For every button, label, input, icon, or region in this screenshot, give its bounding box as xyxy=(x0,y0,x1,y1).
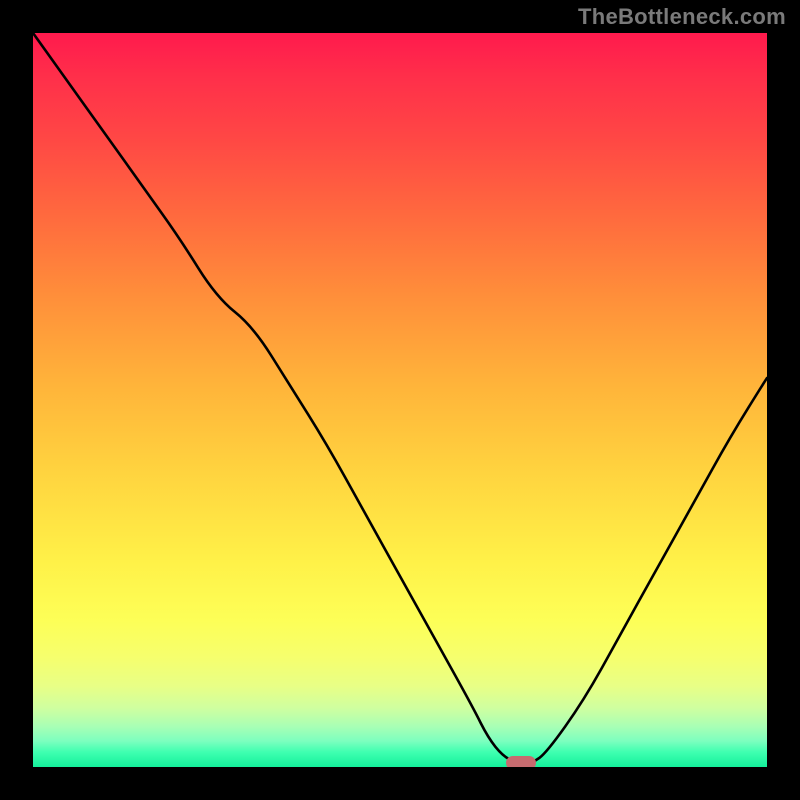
bottleneck-curve xyxy=(33,33,767,767)
plot-area xyxy=(33,33,767,767)
chart-container: TheBottleneck.com xyxy=(0,0,800,800)
curve-path xyxy=(33,33,767,763)
watermark-text: TheBottleneck.com xyxy=(578,4,786,30)
optimal-point-marker xyxy=(506,756,536,767)
